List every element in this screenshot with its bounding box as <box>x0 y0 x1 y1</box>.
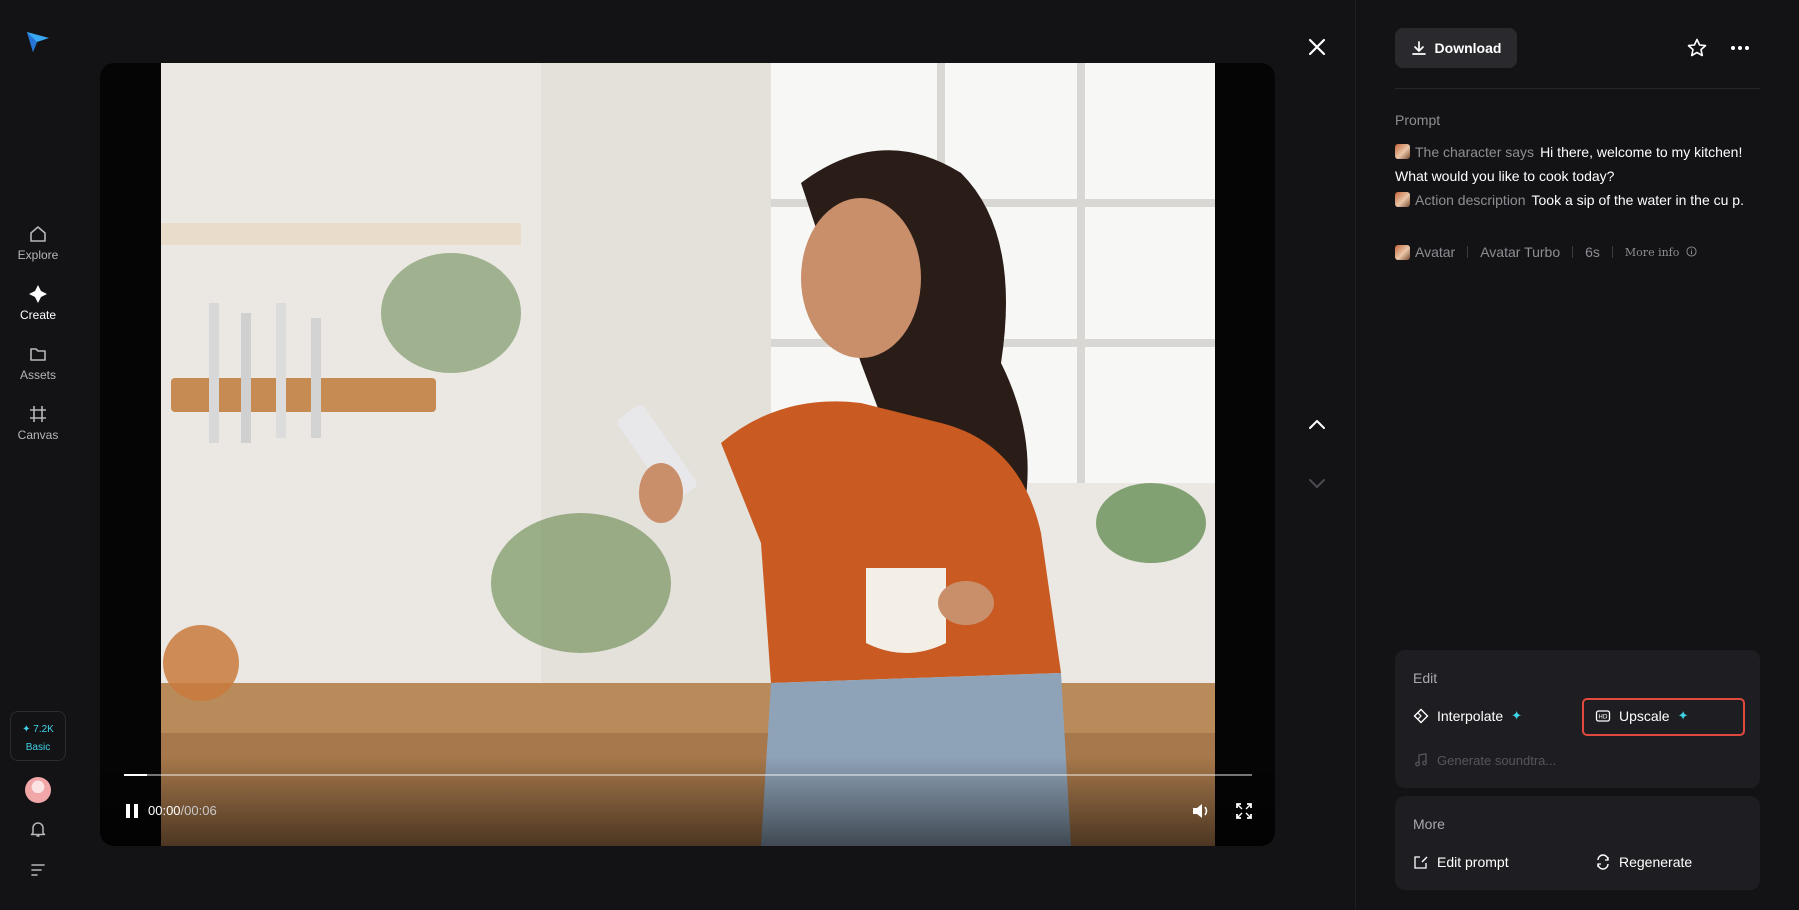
home-icon <box>30 226 46 242</box>
panel-divider <box>1355 0 1356 910</box>
meta-separator <box>1611 246 1613 258</box>
canvas-icon <box>30 406 46 422</box>
bell-icon[interactable] <box>28 819 48 839</box>
hd-icon: HD <box>1595 710 1611 722</box>
regenerate-button[interactable]: Regenerate <box>1595 854 1692 870</box>
sparkle-icon: ✦ <box>1511 708 1523 723</box>
prompt-line: Action description Took a sip of the wate… <box>1395 188 1765 212</box>
left-rail: Explore Create Assets Canvas ✦ 7.2K Basi… <box>0 0 76 910</box>
credits-plan: Basic <box>25 742 51 753</box>
regenerate-label: Regenerate <box>1619 854 1693 870</box>
meta-separator <box>1572 246 1574 258</box>
timecode: 00:00/00:06 <box>148 803 217 818</box>
nav-canvas[interactable]: Canvas <box>0 404 76 442</box>
interpolate-icon <box>1413 708 1429 724</box>
download-icon <box>1411 41 1426 55</box>
prompt-text: Took a sip of the water in the cu p. <box>1531 192 1744 208</box>
chevron-down-icon[interactable] <box>1306 472 1328 494</box>
more-card: More Edit prompt Regenerate <box>1395 796 1760 890</box>
total-duration: 00:06 <box>184 803 217 818</box>
prompt-title: Prompt <box>1395 112 1441 128</box>
app-root: Explore Create Assets Canvas ✦ 7.2K Basi… <box>0 0 1799 910</box>
credits-badge[interactable]: ✦ 7.2K Basic <box>10 711 66 761</box>
nav-explore-label: Explore <box>17 248 59 262</box>
more-options-icon[interactable] <box>1729 37 1751 59</box>
nav-canvas-label: Canvas <box>17 428 59 442</box>
meta-duration: 6s <box>1585 244 1600 260</box>
logo-icon[interactable] <box>25 28 51 54</box>
header-divider <box>1395 88 1760 89</box>
volume-icon[interactable] <box>1190 800 1212 822</box>
pause-icon[interactable] <box>122 801 142 821</box>
info-icon <box>1686 245 1697 257</box>
chevron-up-icon[interactable] <box>1306 414 1328 436</box>
generate-soundtrack-label: Generate soundtra... <box>1437 752 1557 768</box>
video-frame <box>161 63 1215 846</box>
edit-prompt-label: Edit prompt <box>1437 854 1509 870</box>
upscale-label: Upscale <box>1619 708 1670 724</box>
star-icon[interactable] <box>1686 37 1708 59</box>
more-title: More <box>1413 816 1445 832</box>
prompt-line: The character says Hi there, welcome to m… <box>1395 140 1765 188</box>
progress-fill <box>124 774 147 776</box>
avatar[interactable] <box>25 777 51 803</box>
edit-icon <box>1414 856 1428 869</box>
credits-amount: ✦ 7.2K <box>22 724 54 735</box>
edit-card: Edit Interpolate ✦ HD Upscale ✦ Generate… <box>1395 650 1760 788</box>
progress-bar[interactable] <box>124 774 1252 776</box>
current-time: 00:00 <box>148 803 181 818</box>
nav-explore[interactable]: Explore <box>0 224 76 262</box>
meta-separator <box>1467 246 1469 258</box>
menu-icon[interactable] <box>28 860 48 880</box>
video-player[interactable]: 00:00/00:06 <box>100 63 1275 846</box>
prompt-tag: The character says <box>1415 144 1535 160</box>
character-thumbnail <box>1395 192 1410 207</box>
edit-prompt-button[interactable]: Edit prompt <box>1413 854 1509 870</box>
close-icon[interactable] <box>1306 36 1328 58</box>
generation-meta: Avatar Avatar Turbo 6s More info <box>1395 244 1697 260</box>
sparkle-icon: ✦ <box>1677 708 1689 723</box>
sparkle-icon <box>29 285 47 303</box>
interpolate-button[interactable]: Interpolate ✦ <box>1413 708 1522 724</box>
controls-overlay <box>100 756 1275 846</box>
prompt-body: The character says Hi there, welcome to m… <box>1395 140 1765 212</box>
folder-icon <box>30 348 46 361</box>
meta-type: Avatar <box>1415 244 1456 260</box>
nav-assets-label: Assets <box>19 368 56 382</box>
nav-create[interactable]: Create <box>0 284 76 322</box>
music-note-icon <box>1415 753 1427 767</box>
character-thumbnail <box>1395 144 1410 159</box>
generate-soundtrack-button: Generate soundtra... <box>1413 752 1556 768</box>
svg-text:HD: HD <box>1598 714 1608 721</box>
character-thumbnail <box>1395 244 1410 260</box>
meta-model: Avatar Turbo <box>1480 244 1561 260</box>
upscale-button[interactable]: HD Upscale ✦ <box>1595 708 1689 724</box>
download-label: Download <box>1434 40 1502 56</box>
download-button[interactable]: Download <box>1395 28 1517 68</box>
prompt-tag: Action description <box>1415 192 1526 208</box>
regenerate-icon <box>1597 854 1609 870</box>
fullscreen-icon[interactable] <box>1234 801 1254 821</box>
nav-create-label: Create <box>19 308 57 322</box>
video-still-image <box>161 63 1215 846</box>
edit-title: Edit <box>1413 670 1438 686</box>
nav-assets[interactable]: Assets <box>0 344 76 382</box>
more-info-label: More info <box>1624 245 1680 259</box>
more-info-link[interactable]: More info <box>1625 246 1697 259</box>
interpolate-label: Interpolate <box>1437 708 1504 724</box>
